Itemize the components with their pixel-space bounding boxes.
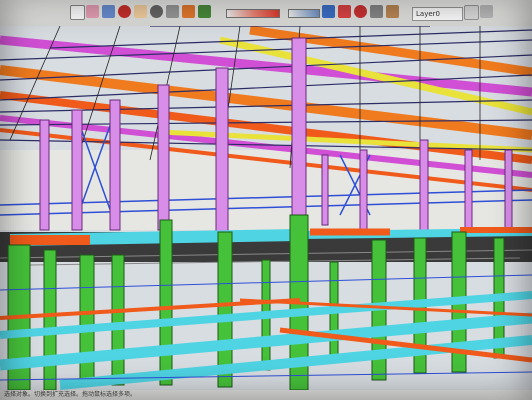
- select-tool-icon[interactable]: [70, 5, 85, 20]
- orbit-tool-icon[interactable]: [118, 5, 131, 18]
- structure-model-viewport[interactable]: [0, 26, 532, 390]
- status-bar: 选择对象。切换到扩充选择。拖动鼠标选择多项。: [0, 390, 532, 400]
- pan-tool-icon[interactable]: [134, 5, 147, 18]
- zoom-extents-tool-icon[interactable]: [166, 5, 179, 18]
- axes-tool-icon[interactable]: [322, 5, 335, 18]
- follow-me-tool-icon[interactable]: [480, 5, 493, 18]
- rotate-tool-icon[interactable]: [370, 5, 383, 18]
- tape-tool-icon[interactable]: [338, 5, 351, 18]
- layer-dropdown[interactable]: Layer0: [412, 7, 463, 21]
- layer-label: Layer0: [416, 10, 440, 18]
- eraser-tool-icon[interactable]: [86, 5, 99, 18]
- scale-tool-icon[interactable]: [386, 5, 399, 18]
- zoom-tool-icon[interactable]: [150, 5, 163, 18]
- paint-tool-icon[interactable]: [102, 5, 115, 18]
- dimension-tool-icon[interactable]: [198, 5, 211, 18]
- offset-tool-icon[interactable]: [464, 5, 479, 20]
- color-range-slider-blue[interactable]: [288, 9, 320, 18]
- screen: Layer0 选择对象。切换到扩充选择。拖动鼠标选择多项。: [0, 0, 532, 400]
- status-text: 选择对象。切换到扩充选择。拖动鼠标选择多项。: [4, 391, 137, 398]
- move-tool-icon[interactable]: [354, 5, 367, 18]
- toolbar: Layer0: [0, 0, 532, 27]
- section-tool-icon[interactable]: [182, 5, 195, 18]
- color-range-slider-red[interactable]: [226, 9, 280, 18]
